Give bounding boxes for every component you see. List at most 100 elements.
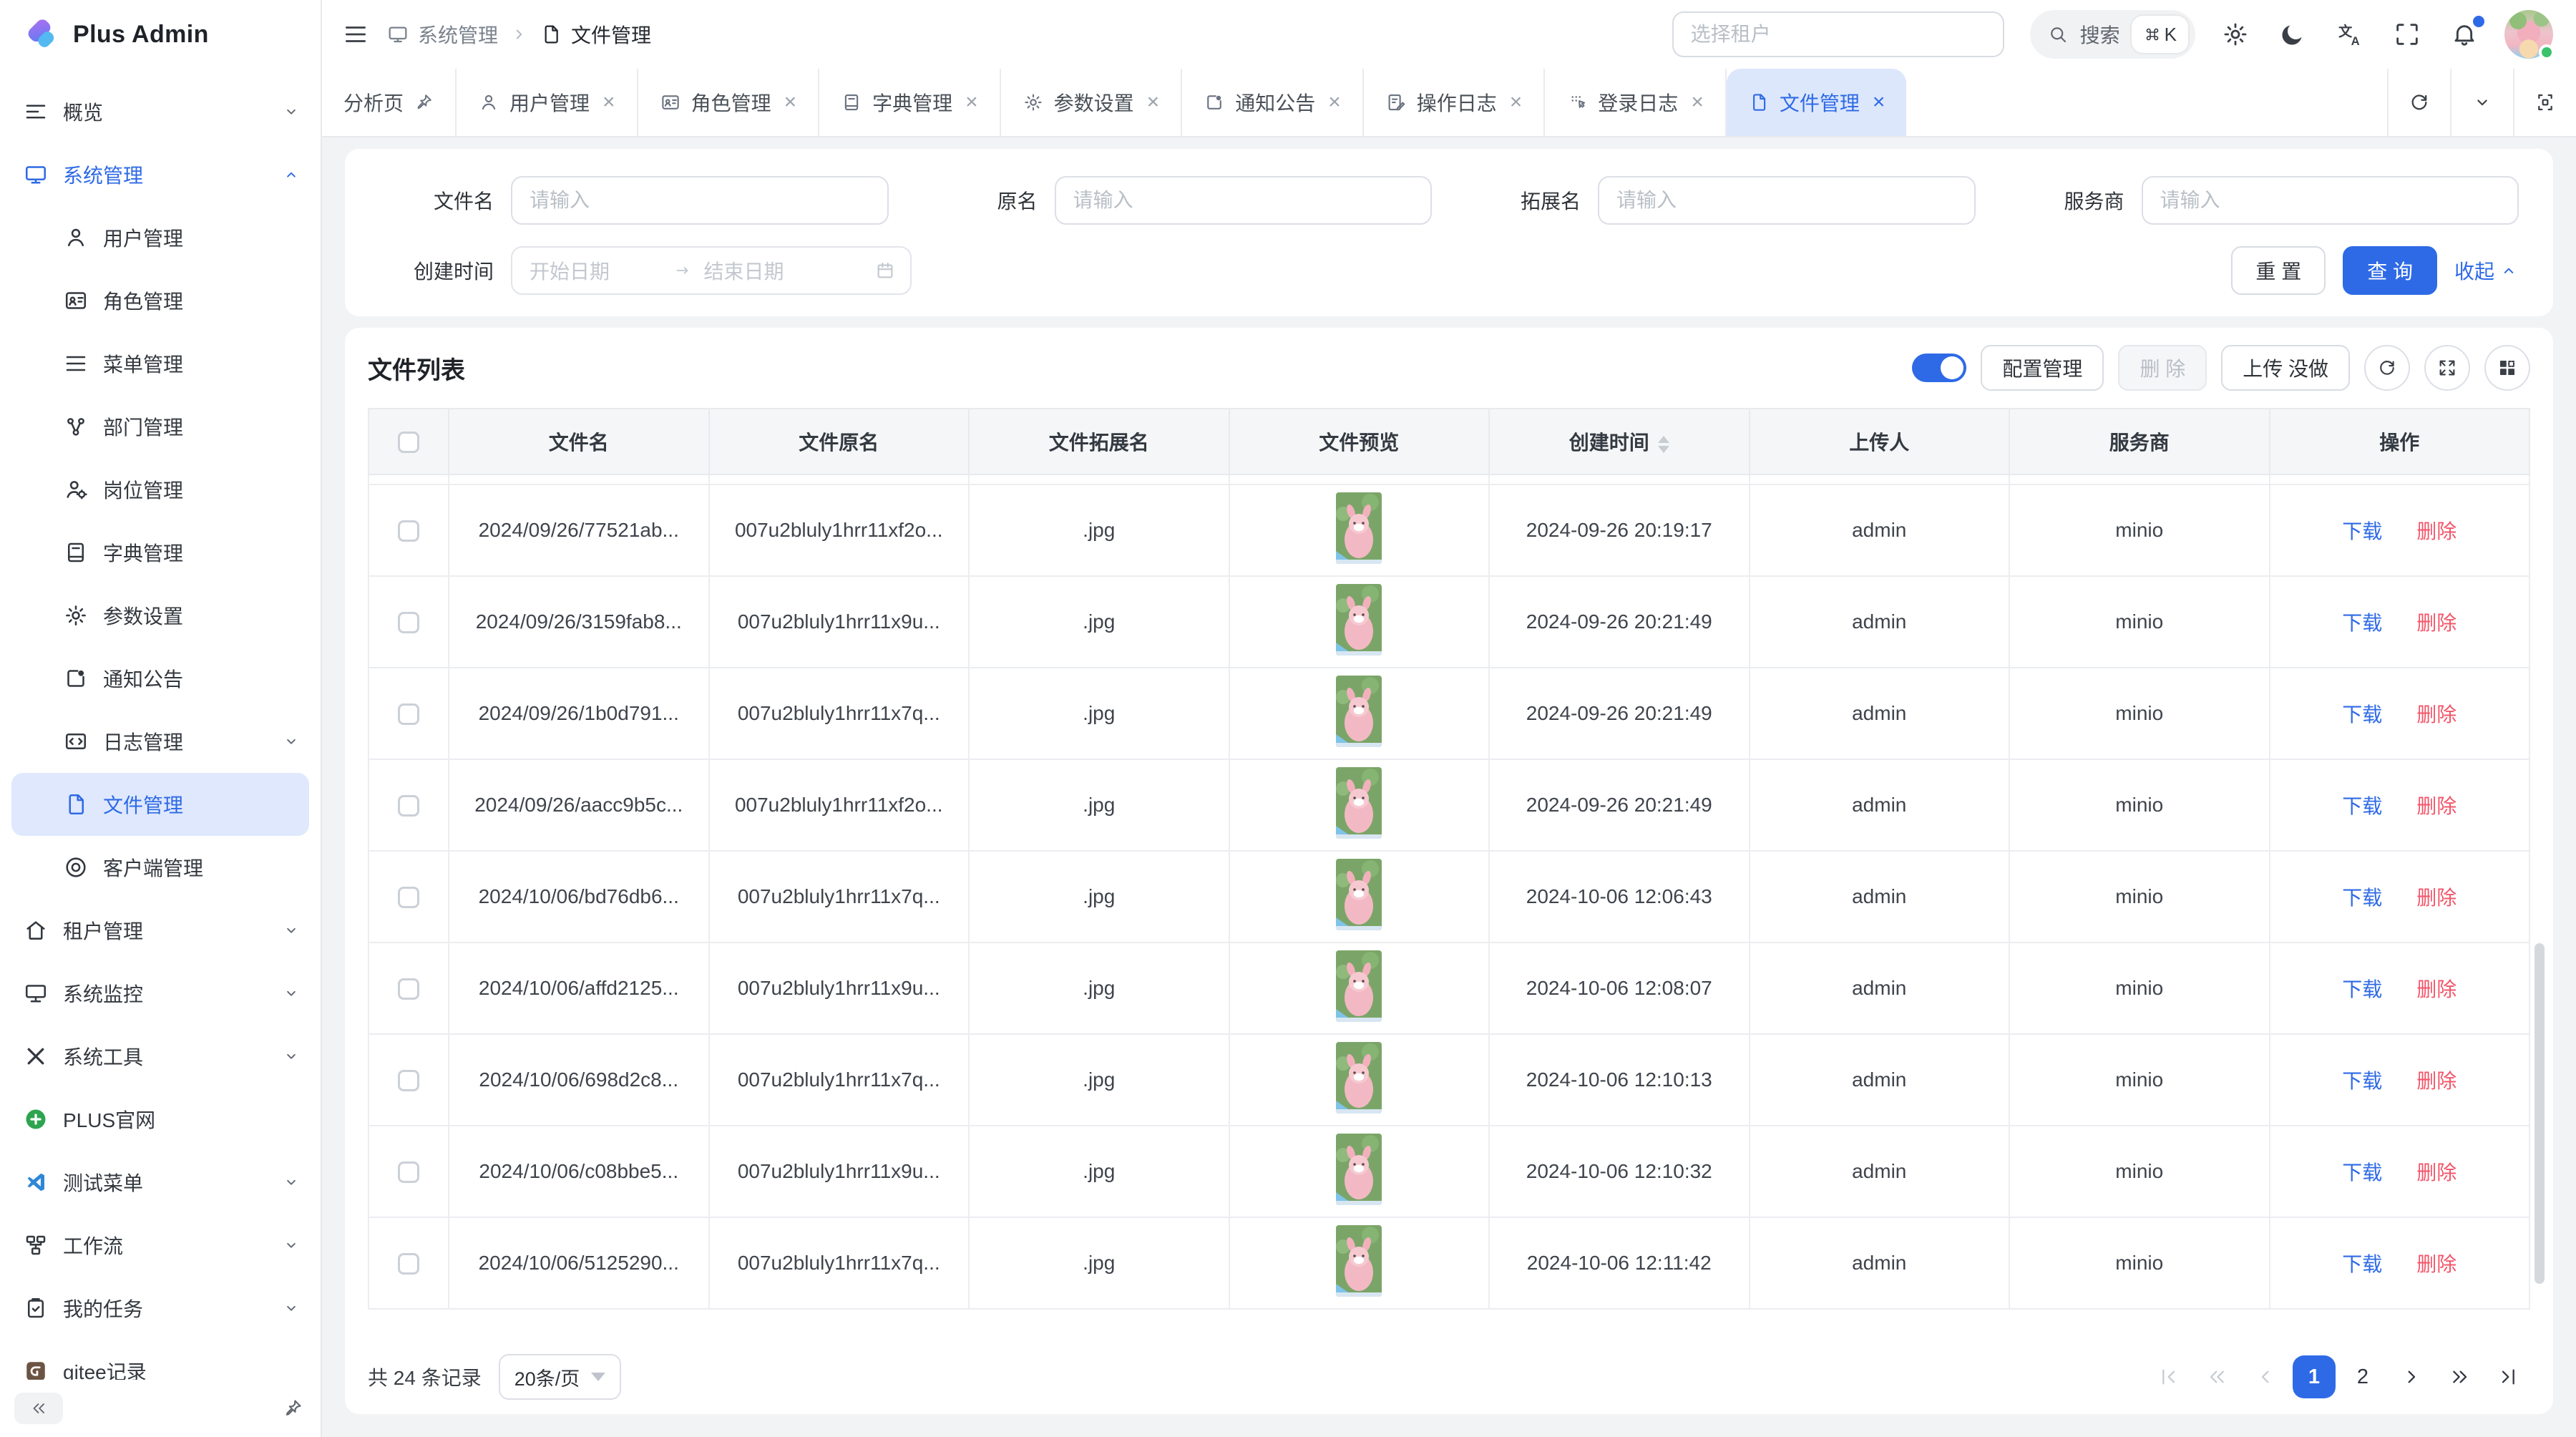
menu-toggle-button[interactable] bbox=[342, 21, 369, 48]
column-settings-button[interactable] bbox=[2484, 345, 2530, 391]
collapse-filter-link[interactable]: 收起 bbox=[2454, 256, 2519, 285]
tab-close-icon[interactable]: × bbox=[1691, 92, 1704, 113]
sidebar-item-overview[interactable]: 概览 bbox=[0, 80, 321, 143]
next-5-pages-button[interactable] bbox=[2439, 1355, 2482, 1398]
filter-field-input[interactable] bbox=[2142, 176, 2519, 225]
language-button[interactable]: 文A bbox=[2336, 20, 2364, 49]
sidebar-item-client-mgmt[interactable]: 客户端管理 bbox=[0, 836, 321, 899]
sidebar-item-file-mgmt[interactable]: 文件管理 bbox=[11, 773, 309, 836]
tab-loginlog[interactable]: 登录日志× bbox=[1545, 69, 1727, 136]
sidebar-item-test-menu[interactable]: 测试菜单 bbox=[0, 1151, 321, 1214]
last-page-button[interactable] bbox=[2487, 1355, 2530, 1398]
sidebar-item-log-mgmt[interactable]: 日志管理 bbox=[0, 710, 321, 773]
column-header[interactable]: 创建时间 bbox=[1489, 409, 1750, 474]
sidebar-item-workflow[interactable]: 工作流 bbox=[0, 1214, 321, 1277]
download-link[interactable]: 下载 bbox=[2342, 1253, 2382, 1275]
breadcrumb-item[interactable]: 系统管理 bbox=[386, 20, 498, 49]
column-header[interactable]: 文件预览 bbox=[1229, 409, 1490, 474]
page-size-select[interactable]: 20条/页 bbox=[499, 1354, 622, 1400]
sidebar-item-plus-site[interactable]: PLUS官网 bbox=[0, 1088, 321, 1151]
cell-preview[interactable] bbox=[1229, 1034, 1490, 1126]
tab-filemgmt[interactable]: 文件管理× bbox=[1727, 69, 1907, 136]
tab-role[interactable]: 角色管理× bbox=[638, 69, 820, 136]
delete-link[interactable]: 删除 bbox=[2416, 612, 2457, 634]
next-page-button[interactable] bbox=[2390, 1355, 2433, 1398]
tenant-select-input[interactable] bbox=[1672, 11, 2004, 57]
sidebar-item-tenant-mgmt[interactable]: 租户管理 bbox=[0, 899, 321, 962]
prev-5-pages-button[interactable] bbox=[2195, 1355, 2238, 1398]
date-range-input[interactable]: 开始日期 结束日期 bbox=[511, 246, 912, 295]
tab-user[interactable]: 用户管理× bbox=[457, 69, 638, 136]
delete-link[interactable]: 删除 bbox=[2416, 1070, 2457, 1092]
reset-button[interactable]: 重 置 bbox=[2231, 246, 2326, 295]
download-link[interactable]: 下载 bbox=[2342, 887, 2382, 909]
fullscreen-button[interactable] bbox=[2393, 20, 2421, 49]
row-checkbox[interactable] bbox=[398, 1070, 419, 1091]
tab-maximize-button[interactable] bbox=[2513, 69, 2576, 136]
cell-preview[interactable] bbox=[1229, 576, 1490, 668]
first-page-button[interactable] bbox=[2147, 1355, 2190, 1398]
tab-close-icon[interactable]: × bbox=[1873, 92, 1885, 113]
download-link[interactable]: 下载 bbox=[2342, 978, 2382, 1000]
column-header[interactable]: 服务商 bbox=[2009, 409, 2270, 474]
sidebar-pin-button[interactable] bbox=[282, 1398, 303, 1419]
sidebar-collapse-button[interactable] bbox=[14, 1393, 63, 1424]
cell-preview[interactable] bbox=[1229, 759, 1490, 851]
delete-link[interactable]: 删除 bbox=[2416, 703, 2457, 726]
row-checkbox[interactable] bbox=[398, 703, 419, 725]
page-2-button[interactable]: 2 bbox=[2341, 1355, 2384, 1398]
page-1-button[interactable]: 1 bbox=[2293, 1355, 2336, 1398]
query-button[interactable]: 查 询 bbox=[2343, 246, 2437, 295]
select-all-checkbox[interactable] bbox=[398, 432, 419, 453]
tab-close-icon[interactable]: × bbox=[1328, 92, 1341, 113]
delete-link[interactable]: 删除 bbox=[2416, 1161, 2457, 1184]
avatar[interactable] bbox=[2504, 10, 2553, 59]
delete-link[interactable]: 删除 bbox=[2416, 978, 2457, 1000]
download-link[interactable]: 下载 bbox=[2342, 520, 2382, 542]
config-manage-button[interactable]: 配置管理 bbox=[1981, 345, 2104, 391]
table-refresh-button[interactable] bbox=[2364, 345, 2410, 391]
cell-preview[interactable] bbox=[1229, 1217, 1490, 1309]
tab-close-icon[interactable]: × bbox=[1147, 92, 1160, 113]
sidebar-item-post-mgmt[interactable]: 岗位管理 bbox=[0, 458, 321, 521]
delete-link[interactable]: 删除 bbox=[2416, 1253, 2457, 1275]
search-toggle-switch[interactable] bbox=[1912, 354, 1966, 382]
tab-dict[interactable]: 字典管理× bbox=[819, 69, 1001, 136]
settings-button[interactable] bbox=[2221, 20, 2250, 49]
filter-field-input[interactable] bbox=[1055, 176, 1433, 225]
global-search-button[interactable]: 搜索 K bbox=[2030, 10, 2195, 59]
sidebar-item-dept-mgmt[interactable]: 部门管理 bbox=[0, 395, 321, 458]
cell-preview[interactable] bbox=[1229, 1126, 1490, 1217]
tab-close-icon[interactable]: × bbox=[784, 92, 797, 113]
row-checkbox[interactable] bbox=[398, 520, 419, 542]
sidebar-item-gitee-log[interactable]: gitee记录 bbox=[0, 1340, 321, 1380]
table-scrollbar[interactable] bbox=[2534, 943, 2545, 1284]
tab-more-button[interactable] bbox=[2450, 69, 2513, 136]
row-checkbox[interactable] bbox=[398, 887, 419, 908]
column-header[interactable]: 文件拓展名 bbox=[969, 409, 1229, 474]
sidebar-item-param-setting[interactable]: 参数设置 bbox=[0, 584, 321, 647]
cell-preview[interactable] bbox=[1229, 851, 1490, 942]
tab-analysis[interactable]: 分析页 bbox=[322, 69, 457, 136]
sidebar-item-my-tasks[interactable]: 我的任务 bbox=[0, 1277, 321, 1340]
table-fullscreen-button[interactable] bbox=[2424, 345, 2470, 391]
cell-preview[interactable] bbox=[1229, 942, 1490, 1034]
column-header[interactable]: 上传人 bbox=[1750, 409, 2010, 474]
tab-notice[interactable]: 通知公告× bbox=[1182, 69, 1364, 136]
breadcrumb-item[interactable]: 文件管理 bbox=[540, 20, 651, 49]
column-header[interactable]: 文件原名 bbox=[709, 409, 970, 474]
tab-param[interactable]: 参数设置× bbox=[1001, 69, 1183, 136]
sidebar-item-sys-monitor[interactable]: 系统监控 bbox=[0, 962, 321, 1025]
sidebar-item-user-mgmt[interactable]: 用户管理 bbox=[0, 206, 321, 269]
tab-close-icon[interactable]: × bbox=[965, 92, 978, 113]
tab-close-icon[interactable]: × bbox=[602, 92, 615, 113]
sidebar-item-sys-tools[interactable]: 系统工具 bbox=[0, 1025, 321, 1088]
sidebar-item-notice[interactable]: 通知公告 bbox=[0, 647, 321, 710]
download-link[interactable]: 下载 bbox=[2342, 703, 2382, 726]
column-header[interactable]: 文件名 bbox=[449, 409, 709, 474]
filter-field-input[interactable] bbox=[1598, 176, 1976, 225]
sidebar-item-role-mgmt[interactable]: 角色管理 bbox=[0, 269, 321, 332]
sidebar-item-dict-mgmt[interactable]: 字典管理 bbox=[0, 521, 321, 584]
sidebar-item-menu-mgmt[interactable]: 菜单管理 bbox=[0, 332, 321, 395]
download-link[interactable]: 下载 bbox=[2342, 1070, 2382, 1092]
